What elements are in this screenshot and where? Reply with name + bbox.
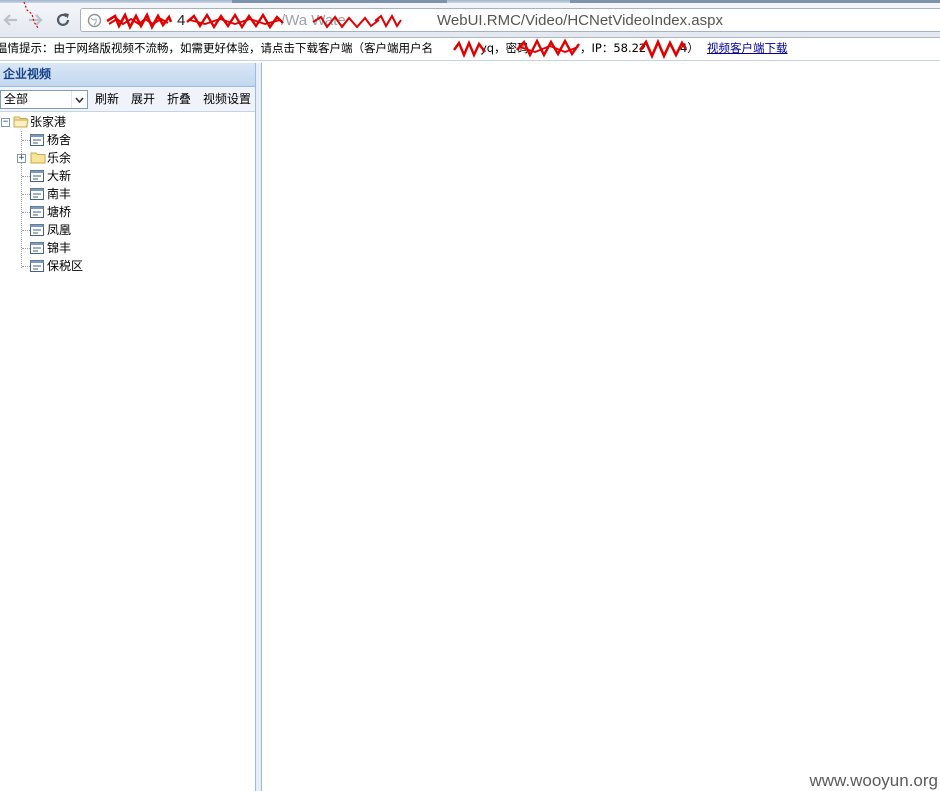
tree-guide-line [22,140,30,141]
camera-node-icon [30,188,44,200]
camera-node-icon [30,260,44,272]
tree-node-label: 锦丰 [47,241,72,255]
collapse-button[interactable]: 折叠 [167,90,191,109]
tree-guide-line [22,266,30,267]
tree-node-label: 凤凰 [47,223,72,237]
collapse-toggle-icon[interactable]: − [1,118,10,127]
redaction-scribble [638,39,688,59]
folder-icon [30,152,46,164]
tree-node-label: 杨舍 [47,133,72,147]
tree-node-label: 塘桥 [47,205,72,219]
tree-node-label: 保税区 [47,259,84,273]
tree-node-label: 乐余 [47,151,72,165]
tree-node-label: 张家港 [30,115,67,129]
tree-guide-line [22,248,30,249]
camera-node-icon [30,206,44,218]
tree-node-label: 南丰 [47,187,72,201]
tree-node[interactable]: 凤凰 [0,221,255,239]
browser-toolbar: 4 /Wa Wate WebUI.RMC/Video/HCNetVideoInd… [0,3,940,38]
notice-message: 温情提示：由于网络版视频不流畅，如需更好体验，请点击下载客户端（客户端用户名 [0,41,433,55]
camera-node-icon [30,224,44,236]
tree-node[interactable]: + 乐余 [0,149,255,167]
chevron-down-icon [75,96,84,103]
redaction-scribble [312,15,380,29]
back-button[interactable] [0,9,22,31]
redaction-scribble [453,40,486,58]
redaction-scribble [516,38,580,58]
camera-node-icon [30,134,44,146]
tree-node[interactable]: 杨舍 [0,131,255,149]
dropdown-arrow[interactable] [71,91,87,108]
refresh-button[interactable]: 刷新 [95,90,119,109]
redaction-scribble [23,1,39,29]
tree-node[interactable]: 大新 [0,167,255,185]
camera-node-icon [30,170,44,182]
video-settings-button[interactable]: 视频设置 [203,90,251,109]
camera-node-icon [30,242,44,254]
notice-bar: 女 温情提示：由于网络版视频不流畅，如需更好体验，请点击下载客户端（客户端用户名… [0,38,940,61]
reload-button[interactable] [52,9,74,31]
tree-node[interactable]: 保税区 [0,257,255,275]
tree-guide-line [22,212,30,213]
panel-title: 企业视频 [0,63,255,87]
back-arrow-icon [3,14,17,26]
tree-guide-line [22,176,30,177]
address-bar[interactable]: 4 /Wa Wate WebUI.RMC/Video/HCNetVideoInd… [80,8,940,32]
tree-guide-line [22,230,30,231]
tree-node[interactable]: 塘桥 [0,203,255,221]
enterprise-video-panel: 企业视频 全部 刷新 展开 折叠 视频设置 − 张家港 杨舍 + 乐余 大新 南… [0,63,256,791]
area-select[interactable]: 全部 [0,90,88,109]
notice-ip: ，IP：58.22 [580,41,647,55]
client-download-link[interactable]: 视频客户端下载 [707,38,788,58]
video-content-area [262,63,940,791]
expand-toggle-icon[interactable]: + [17,154,26,163]
tree-node[interactable]: 锦丰 [0,239,255,257]
area-select-value: 全部 [4,92,29,106]
redaction-scribble [106,12,173,30]
globe-icon [87,13,102,28]
tree-guide-line [22,194,30,195]
watermark: www.wooyun.org [809,771,938,790]
tree-node-label: 大新 [47,169,72,183]
redaction-scribble [186,12,284,30]
reload-icon [56,13,70,26]
folder-open-icon [13,116,29,128]
redaction-scribble [374,13,402,29]
url-path: WebUI.RMC/Video/HCNetVideoIndex.aspx [437,12,723,29]
panel-toolbar: 全部 刷新 展开 折叠 视频设置 [0,87,255,112]
tree-node[interactable]: 南丰 [0,185,255,203]
expand-button[interactable]: 展开 [131,90,155,109]
